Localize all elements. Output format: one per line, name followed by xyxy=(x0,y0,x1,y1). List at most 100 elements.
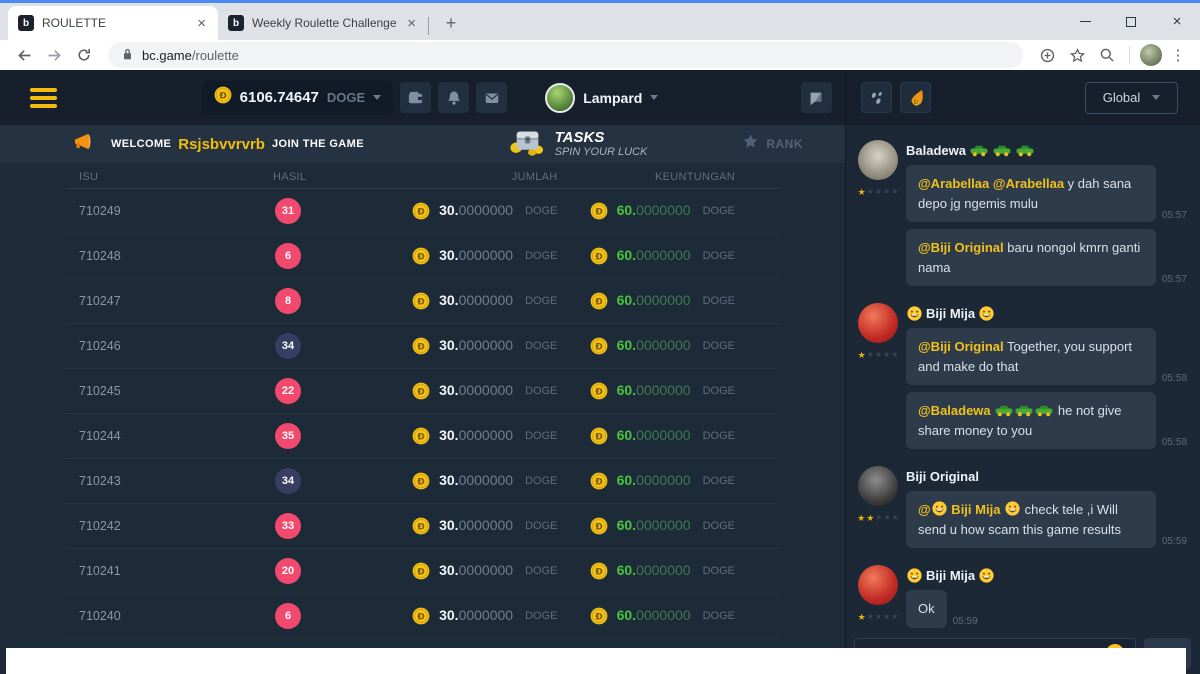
tab-weekly-challenge[interactable]: b Weekly Roulette Challenge - Win × xyxy=(218,6,428,40)
chat-username[interactable]: Biji Original xyxy=(906,466,1190,484)
table-row[interactable]: 710246 34 Đ 30.0000000 DOGE Đ 60.0000000… xyxy=(65,324,780,369)
currency-label: DOGE xyxy=(703,250,735,262)
grin-emoji xyxy=(979,306,994,321)
round-id: 710241 xyxy=(65,564,245,578)
tab-title: Weekly Roulette Challenge - Win xyxy=(252,16,397,30)
profit-cell: Đ 60.0000000 DOGE xyxy=(588,517,781,535)
new-tab-button[interactable]: + xyxy=(437,9,465,37)
svg-text:Đ: Đ xyxy=(595,432,603,442)
user-mention[interactable]: @Biji Original xyxy=(918,240,1004,255)
column-jumlah: JUMLAH xyxy=(395,171,588,183)
table-row[interactable]: 710241 20 Đ 30.0000000 DOGE Đ 60.0000000… xyxy=(65,549,780,594)
browser-menu-icon[interactable]: ⋮ xyxy=(1168,46,1188,64)
rank-widget[interactable]: RANK xyxy=(742,133,803,155)
svg-text:Đ: Đ xyxy=(417,252,425,262)
search-icon[interactable] xyxy=(1095,43,1119,67)
column-keuntungan: KEUNTUNGAN xyxy=(588,171,781,183)
chat-username[interactable]: Baladewa xyxy=(906,140,1190,158)
level-star-icon: ★ xyxy=(883,350,890,361)
doge-coin-icon: Đ xyxy=(590,517,608,535)
user-mention[interactable]: @Baladewa xyxy=(918,403,994,418)
user-mention[interactable]: @Arabellaa xyxy=(918,176,989,191)
profit-cell: Đ 60.0000000 DOGE xyxy=(588,562,781,580)
table-row[interactable]: 710244 35 Đ 30.0000000 DOGE Đ 60.0000000… xyxy=(65,414,780,459)
bookmark-star-icon[interactable] xyxy=(1065,43,1089,67)
tab-roulette[interactable]: b ROULETTE × xyxy=(8,6,218,40)
level-star-icon: ★ xyxy=(891,187,898,198)
reload-icon[interactable] xyxy=(72,43,96,67)
profit-cell: Đ 60.0000000 DOGE xyxy=(588,247,781,265)
back-icon[interactable] xyxy=(12,43,36,67)
profit-amount: 60.0000000 xyxy=(617,562,691,580)
chat-avatar[interactable] xyxy=(858,140,898,180)
user-level-stars: ★★★★★ xyxy=(858,612,899,623)
table-row[interactable]: 710247 8 Đ 30.0000000 DOGE Đ 60.0000000 … xyxy=(65,279,780,324)
url-field[interactable]: bc.game/roulette xyxy=(108,42,1023,68)
doge-coin-icon: Đ xyxy=(590,472,608,490)
svg-text:Đ: Đ xyxy=(595,387,603,397)
user-mention[interactable]: @ xyxy=(918,502,931,517)
tab-title: ROULETTE xyxy=(42,16,187,30)
chat-username[interactable]: Biji Mija xyxy=(906,565,1190,583)
treasure-chest-icon xyxy=(509,126,545,162)
zoom-page-icon[interactable] xyxy=(1035,43,1059,67)
maximize-button[interactable] xyxy=(1108,3,1154,40)
chat-sidebar: Đ Global ★★★★★ Baladewa @Arabellaa @Arab… xyxy=(845,70,1200,674)
user-mention[interactable]: Biji Mija xyxy=(948,502,1004,517)
balance-selector[interactable]: Đ 6106.74647 DOGE xyxy=(202,81,394,115)
chat-toggle-button[interactable] xyxy=(801,82,832,113)
tasks-widget[interactable]: TASKS SPIN YOUR LUCK xyxy=(509,126,648,162)
table-row[interactable]: 710240 6 Đ 30.0000000 DOGE Đ 60.0000000 … xyxy=(65,594,780,639)
user-mention[interactable]: @Biji Original xyxy=(918,339,1004,354)
chat-username[interactable]: Biji Mija xyxy=(906,303,1190,321)
user-menu[interactable]: Lampard xyxy=(545,83,658,113)
level-star-icon: ★ xyxy=(857,513,865,524)
chat-message-group: ★★★★★ Biji Mija @Biji Original Together,… xyxy=(855,303,1190,449)
chat-channel-select[interactable]: Global xyxy=(1085,82,1178,114)
doge-coin-icon: Đ xyxy=(412,562,430,580)
tab-close-icon[interactable]: × xyxy=(405,16,418,31)
tasks-title: TASKS xyxy=(555,130,648,147)
tab-close-icon[interactable]: × xyxy=(195,16,208,31)
result-badge: 33 xyxy=(275,513,301,539)
chat-gutter: ★★★★★ xyxy=(855,565,901,628)
message-text: Biji Mija xyxy=(926,306,975,321)
bet-amount-cell: Đ 30.0000000 DOGE xyxy=(395,382,588,400)
user-mention[interactable]: @Arabellaa xyxy=(993,176,1064,191)
column-isu: ISU xyxy=(65,171,245,183)
chat-avatar[interactable] xyxy=(858,466,898,506)
chat-message-group: ★★★★★ Biji Original @ Biji Mija check te… xyxy=(855,466,1190,548)
chat-message-list: ★★★★★ Baladewa @Arabellaa @Arabellaa y d… xyxy=(846,125,1200,633)
forward-icon[interactable] xyxy=(42,43,66,67)
car-emoji xyxy=(970,144,988,157)
message-bubble: @ Biji Mija check tele ,i Will send u ho… xyxy=(906,491,1156,548)
doge-coin-icon: Đ xyxy=(590,562,608,580)
browser-profile-avatar[interactable] xyxy=(1140,44,1162,66)
minimize-button[interactable] xyxy=(1062,3,1108,40)
chat-avatar[interactable] xyxy=(858,303,898,343)
lock-icon xyxy=(122,47,133,64)
notifications-bell-button[interactable] xyxy=(438,82,469,113)
level-star-icon: ★ xyxy=(875,350,882,361)
bcgame-favicon-icon: b xyxy=(228,15,244,31)
level-star-icon: ★ xyxy=(891,612,898,623)
table-row[interactable]: 710242 33 Đ 30.0000000 DOGE Đ 60.0000000… xyxy=(65,504,780,549)
chat-message: @Biji Original baru nongol kmrn ganti na… xyxy=(906,229,1190,286)
wallet-button[interactable] xyxy=(400,82,431,113)
table-row[interactable]: 710245 22 Đ 30.0000000 DOGE Đ 60.0000000… xyxy=(65,369,780,414)
rain-button[interactable] xyxy=(861,82,892,113)
url-path: /roulette xyxy=(192,48,239,63)
menu-hamburger-icon[interactable] xyxy=(28,84,59,112)
table-row[interactable]: 710249 31 Đ 30.0000000 DOGE Đ 60.0000000… xyxy=(65,189,780,234)
table-row[interactable]: 710243 34 Đ 30.0000000 DOGE Đ 60.0000000… xyxy=(65,459,780,504)
welcome-username[interactable]: Rsjsbvvrvrb xyxy=(178,136,265,153)
chat-avatar[interactable] xyxy=(858,565,898,605)
close-button[interactable]: × xyxy=(1154,3,1200,40)
table-row[interactable]: 710248 6 Đ 30.0000000 DOGE Đ 60.0000000 … xyxy=(65,234,780,279)
level-star-icon: ★ xyxy=(858,187,866,198)
message-time: 05:58 xyxy=(1162,373,1187,385)
svg-text:Đ: Đ xyxy=(595,522,603,532)
messages-envelope-button[interactable] xyxy=(476,82,507,113)
coin-drop-fire-button[interactable]: Đ xyxy=(900,82,931,113)
url-domain: bc.game xyxy=(142,48,192,63)
